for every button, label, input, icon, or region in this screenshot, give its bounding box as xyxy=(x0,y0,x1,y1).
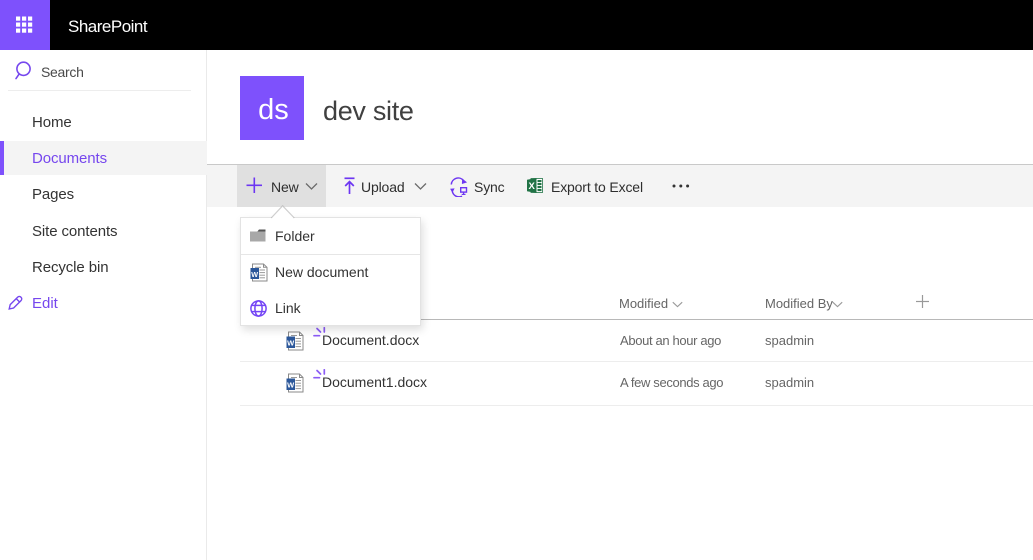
svg-text:X: X xyxy=(529,181,536,192)
svg-text:W: W xyxy=(287,339,295,348)
svg-text:W: W xyxy=(251,270,258,279)
svg-text:W: W xyxy=(287,381,295,390)
